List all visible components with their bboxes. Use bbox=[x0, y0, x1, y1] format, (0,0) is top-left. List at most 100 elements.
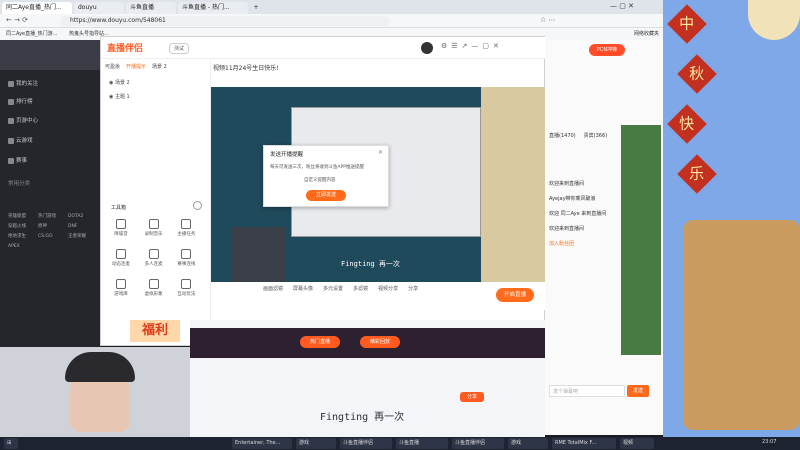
scene-item[interactable]: ◉ 场景 2 bbox=[109, 79, 130, 86]
tool-button[interactable]: 降噪音 bbox=[109, 219, 133, 243]
tool-label: 互动玩法 bbox=[177, 292, 196, 297]
chat-input[interactable]: 发个弹幕吧 bbox=[549, 385, 625, 397]
game-link[interactable]: DOTA2 bbox=[68, 212, 96, 222]
taskbar-item[interactable]: 游戏 bbox=[508, 438, 548, 449]
stream-title[interactable]: 视频11月24号生日快乐! bbox=[213, 63, 279, 72]
tab-scene2[interactable]: 场景 2 bbox=[152, 63, 167, 70]
window-controls[interactable]: — ▢ ✕ bbox=[610, 2, 634, 10]
chat-send-button[interactable]: 发送 bbox=[627, 385, 649, 397]
tool-button[interactable]: 主播任务 bbox=[174, 219, 198, 243]
game-link[interactable]: 绝地求生 bbox=[8, 232, 36, 242]
tool-button[interactable]: 动态连麦 bbox=[109, 249, 133, 273]
bookmark-item[interactable]: 网络收藏夹 bbox=[634, 28, 659, 40]
nav-item-rank[interactable]: 排行榜 bbox=[8, 96, 33, 108]
tool-button[interactable]: 录制音乐 bbox=[142, 219, 166, 243]
start-live-button[interactable]: 开启直播 bbox=[496, 288, 534, 302]
taskbar-item[interactable]: 斗鱼直播伴侣 bbox=[452, 438, 504, 449]
hot-live-button[interactable]: 热门直播 bbox=[300, 336, 340, 348]
chat-tabs: 直播(1470) 贵宾(366) bbox=[549, 132, 607, 139]
start-button[interactable]: ⊞ bbox=[4, 438, 18, 449]
taskbar-item[interactable]: 斗鱼直播伴侣 bbox=[340, 438, 392, 449]
avatar[interactable] bbox=[421, 42, 433, 54]
clock: 23:07 bbox=[762, 439, 777, 445]
tab-live-tip[interactable]: 开播提示 bbox=[126, 63, 146, 70]
game-link[interactable]: 原神 bbox=[38, 222, 66, 232]
send-reminder-button[interactable]: 立即发送 bbox=[306, 190, 346, 201]
tool-button[interactable]: 多人连麦 bbox=[142, 249, 166, 273]
chat-messages: 欢迎来到直播间 Ayejay带你乘风破浪 欢迎 同二Aye 来到直播间 欢迎来到… bbox=[549, 180, 619, 255]
game-link[interactable]: CS:GO bbox=[38, 232, 66, 242]
link-icon bbox=[116, 249, 126, 259]
camera-button[interactable]: 屏幕头像 bbox=[293, 285, 313, 292]
control-buttons: 画面滤镜 屏幕头像 多元设置 多滤镜 视频分享 分享 bbox=[263, 285, 418, 292]
art-char: 秋 bbox=[689, 64, 705, 83]
tab-yingyu[interactable]: 可盈余 bbox=[105, 63, 120, 70]
toolbox-more-icon[interactable] bbox=[193, 201, 202, 210]
game-link[interactable]: 热门游戏 bbox=[38, 212, 66, 222]
browser-tab[interactable]: 同二Aye直播_热门... bbox=[2, 2, 72, 14]
browser-actions-icon[interactable]: ☆ ⋯ bbox=[540, 16, 556, 24]
os-taskbar: ⊞ Entertainer, The... 游戏 斗鱼直播伴侣 斗鱼直播 斗鱼直… bbox=[0, 437, 800, 450]
nav-arrows-icon[interactable]: ← → ⟳ bbox=[6, 16, 28, 24]
tool-label: 录制音乐 bbox=[144, 232, 163, 237]
url-input[interactable]: https://www.douyu.com/548061 bbox=[60, 16, 390, 26]
bookmark-item[interactable]: 同二Aye直播_热门游... bbox=[6, 31, 57, 37]
browser-tab[interactable]: 斗鱼直播 - 热门... bbox=[178, 2, 248, 14]
close-icon[interactable]: ✕ bbox=[378, 149, 383, 156]
game-link[interactable]: 王者荣耀 bbox=[68, 232, 96, 242]
chat-message: 欢迎来到直播间 bbox=[549, 181, 585, 187]
decorative-art: 中 秋 快 乐 bbox=[663, 0, 800, 450]
game-link[interactable]: APEX bbox=[8, 242, 36, 252]
chat-ad-banner[interactable] bbox=[621, 125, 661, 355]
scene-item[interactable]: ◉ 主题 1 bbox=[109, 93, 130, 100]
art-diamond: 中 bbox=[667, 4, 707, 44]
tool-button[interactable]: 游戏库 bbox=[109, 279, 133, 303]
version-badge: 测试 bbox=[169, 43, 190, 54]
taskbar-item[interactable]: 视频 bbox=[620, 438, 654, 449]
game-link[interactable]: DNF bbox=[68, 222, 96, 232]
taskbar-item[interactable]: RME TotalMix F... bbox=[552, 438, 616, 449]
rank-icon bbox=[8, 98, 14, 105]
new-tab-button[interactable]: + bbox=[250, 2, 262, 14]
tool-button[interactable]: 互动玩法 bbox=[174, 279, 198, 303]
game-link[interactable]: 英雄联盟 bbox=[8, 212, 36, 222]
chat-message: Ayejay带你乘风破浪 bbox=[549, 196, 596, 202]
nav-section-title: 常用分类 bbox=[8, 181, 31, 187]
taskbar-item[interactable]: 斗鱼直播 bbox=[396, 438, 448, 449]
nav-label: 我的关注 bbox=[16, 81, 39, 87]
play-icon bbox=[181, 279, 192, 289]
nav-label: 云游戏 bbox=[16, 138, 33, 144]
taskbar-item[interactable]: 游戏 bbox=[296, 438, 336, 449]
art-char: 快 bbox=[679, 114, 695, 133]
taskbar-item[interactable]: Entertainer, The... bbox=[232, 438, 292, 449]
share-button[interactable]: 分享 bbox=[408, 285, 418, 292]
tab-vip[interactable]: 贵宾(366) bbox=[584, 132, 607, 139]
tab-live[interactable]: 直播(1470) bbox=[549, 132, 576, 139]
streamer-hair bbox=[65, 352, 135, 382]
share-red-button[interactable]: 分享 bbox=[460, 392, 484, 402]
game-link[interactable]: 穿越火线 bbox=[8, 222, 36, 232]
nav-item-events[interactable]: 赛事 bbox=[8, 155, 27, 167]
replay-button[interactable]: 精彩回放 bbox=[360, 336, 400, 348]
video-share-button[interactable]: 视频分享 bbox=[378, 285, 398, 292]
multi-setting-button[interactable]: 多元设置 bbox=[323, 285, 343, 292]
browser-tab[interactable]: douyu bbox=[74, 2, 124, 14]
trophy-icon bbox=[8, 157, 14, 164]
nav-item-follow[interactable]: 我的关注 bbox=[8, 78, 38, 90]
address-bar-row: ← → ⟳ https://www.douyu.com/548061 ☆ ⋯ bbox=[0, 14, 665, 28]
mic-icon bbox=[116, 219, 126, 229]
webcam-overlay bbox=[231, 227, 286, 282]
title-actions-icon[interactable]: ⚙☰↗—▢✕ bbox=[441, 42, 503, 50]
nav-item-pagegame[interactable]: 页游中心 bbox=[8, 115, 38, 127]
tool-button[interactable]: 虚拟形象 bbox=[142, 279, 166, 303]
game-art-overlay bbox=[481, 87, 546, 282]
nav-item-cloudgame[interactable]: 云游戏 bbox=[8, 135, 33, 147]
welfare-banner[interactable]: 福利 bbox=[130, 320, 180, 342]
chat-header-badge[interactable]: PCN冲锋 bbox=[589, 44, 625, 56]
browser-tab[interactable]: 斗鱼直播 bbox=[126, 2, 176, 14]
tool-button[interactable]: 赛事连线 bbox=[174, 249, 198, 273]
toolbox-title: 工具箱 bbox=[111, 205, 127, 211]
multi-filter-button[interactable]: 多滤镜 bbox=[353, 285, 368, 292]
filter-button[interactable]: 画面滤镜 bbox=[263, 285, 283, 292]
game-grid: 英雄联盟 热门游戏 DOTA2 穿越火线 原神 DNF 绝地求生 CS:GO 王… bbox=[8, 212, 96, 252]
